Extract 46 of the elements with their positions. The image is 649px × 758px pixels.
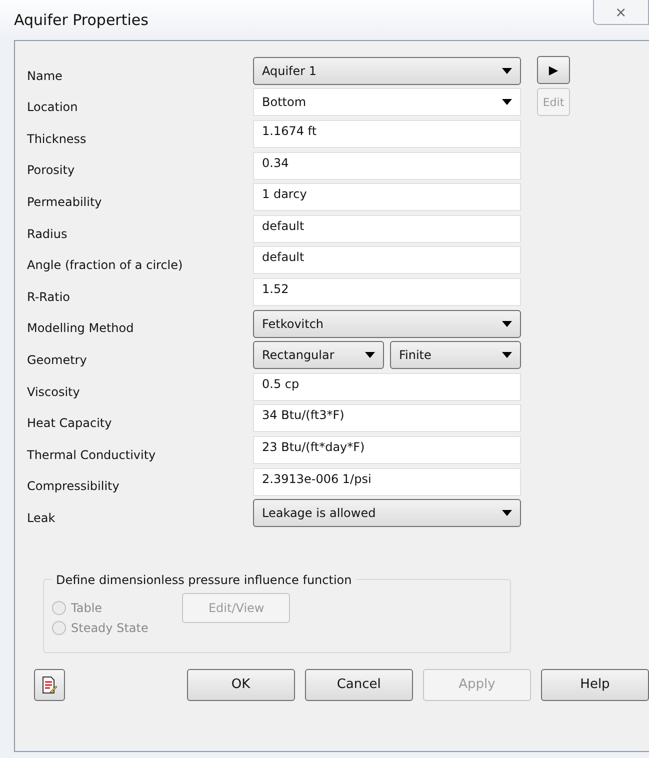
input-field[interactable]: 2.3913e-006 1/psi: [253, 468, 521, 496]
dialog-button[interactable]: Help: [540, 668, 649, 701]
input-field[interactable]: 1 darcy: [253, 183, 521, 212]
caret-icon: [502, 510, 512, 516]
group-title: Define dimensionless pressure influence function: [55, 572, 353, 587]
dropdown[interactable]: Aquifer 1: [253, 56, 521, 85]
field-label: Thermal Conductivity: [27, 448, 157, 464]
field-label: Location: [27, 100, 79, 116]
caret-icon: [502, 99, 512, 106]
field-label: Angle (fraction of a circle): [27, 258, 184, 274]
next-button[interactable]: ▶: [537, 56, 570, 84]
field-label: Modelling Method: [27, 321, 135, 338]
input-field[interactable]: 1.52: [253, 278, 521, 306]
field-label: Leak: [27, 510, 56, 527]
dropdown[interactable]: Rectangular: [253, 341, 384, 370]
field-label: Name: [27, 68, 64, 85]
caret-icon: [365, 352, 375, 358]
input-field[interactable]: 0.34: [253, 152, 521, 180]
dialog-button[interactable]: OK: [186, 668, 295, 701]
field-label: Permeability: [27, 194, 103, 211]
field-label: Thickness: [27, 132, 88, 148]
dropdown[interactable]: Leakage is allowed: [253, 499, 521, 528]
close-button[interactable]: ⨯: [593, 0, 649, 25]
field-label: Viscosity: [27, 384, 81, 401]
field-label: Porosity: [27, 163, 76, 180]
dropdown[interactable]: Fetkovitch: [253, 310, 521, 338]
window-title: Aquifer Properties: [14, 11, 148, 29]
input-field[interactable]: 0.5 cp: [253, 372, 521, 401]
input-field[interactable]: default: [253, 246, 521, 274]
field-label: R-Ratio: [27, 290, 71, 306]
combo-box[interactable]: Bottom: [253, 88, 521, 116]
caret-icon: [502, 68, 512, 74]
caret-icon: [502, 352, 512, 358]
caret-icon: [502, 320, 512, 327]
input-field[interactable]: 1.1674 ft: [253, 120, 521, 148]
field-label: Geometry: [27, 352, 88, 369]
dialog-button[interactable]: Cancel: [304, 668, 413, 701]
dropdown[interactable]: Finite: [390, 341, 521, 370]
input-field[interactable]: 34 Btu/(ft3*F): [253, 404, 521, 432]
field-label: Compressibility: [27, 479, 120, 496]
input-field[interactable]: default: [253, 214, 521, 243]
input-field[interactable]: 23 Btu/(ft*day*F): [253, 436, 521, 464]
notes-button[interactable]: [34, 668, 65, 701]
field-label: Heat Capacity: [27, 416, 113, 432]
field-label: Radius: [27, 226, 68, 243]
document-icon: [41, 676, 58, 694]
